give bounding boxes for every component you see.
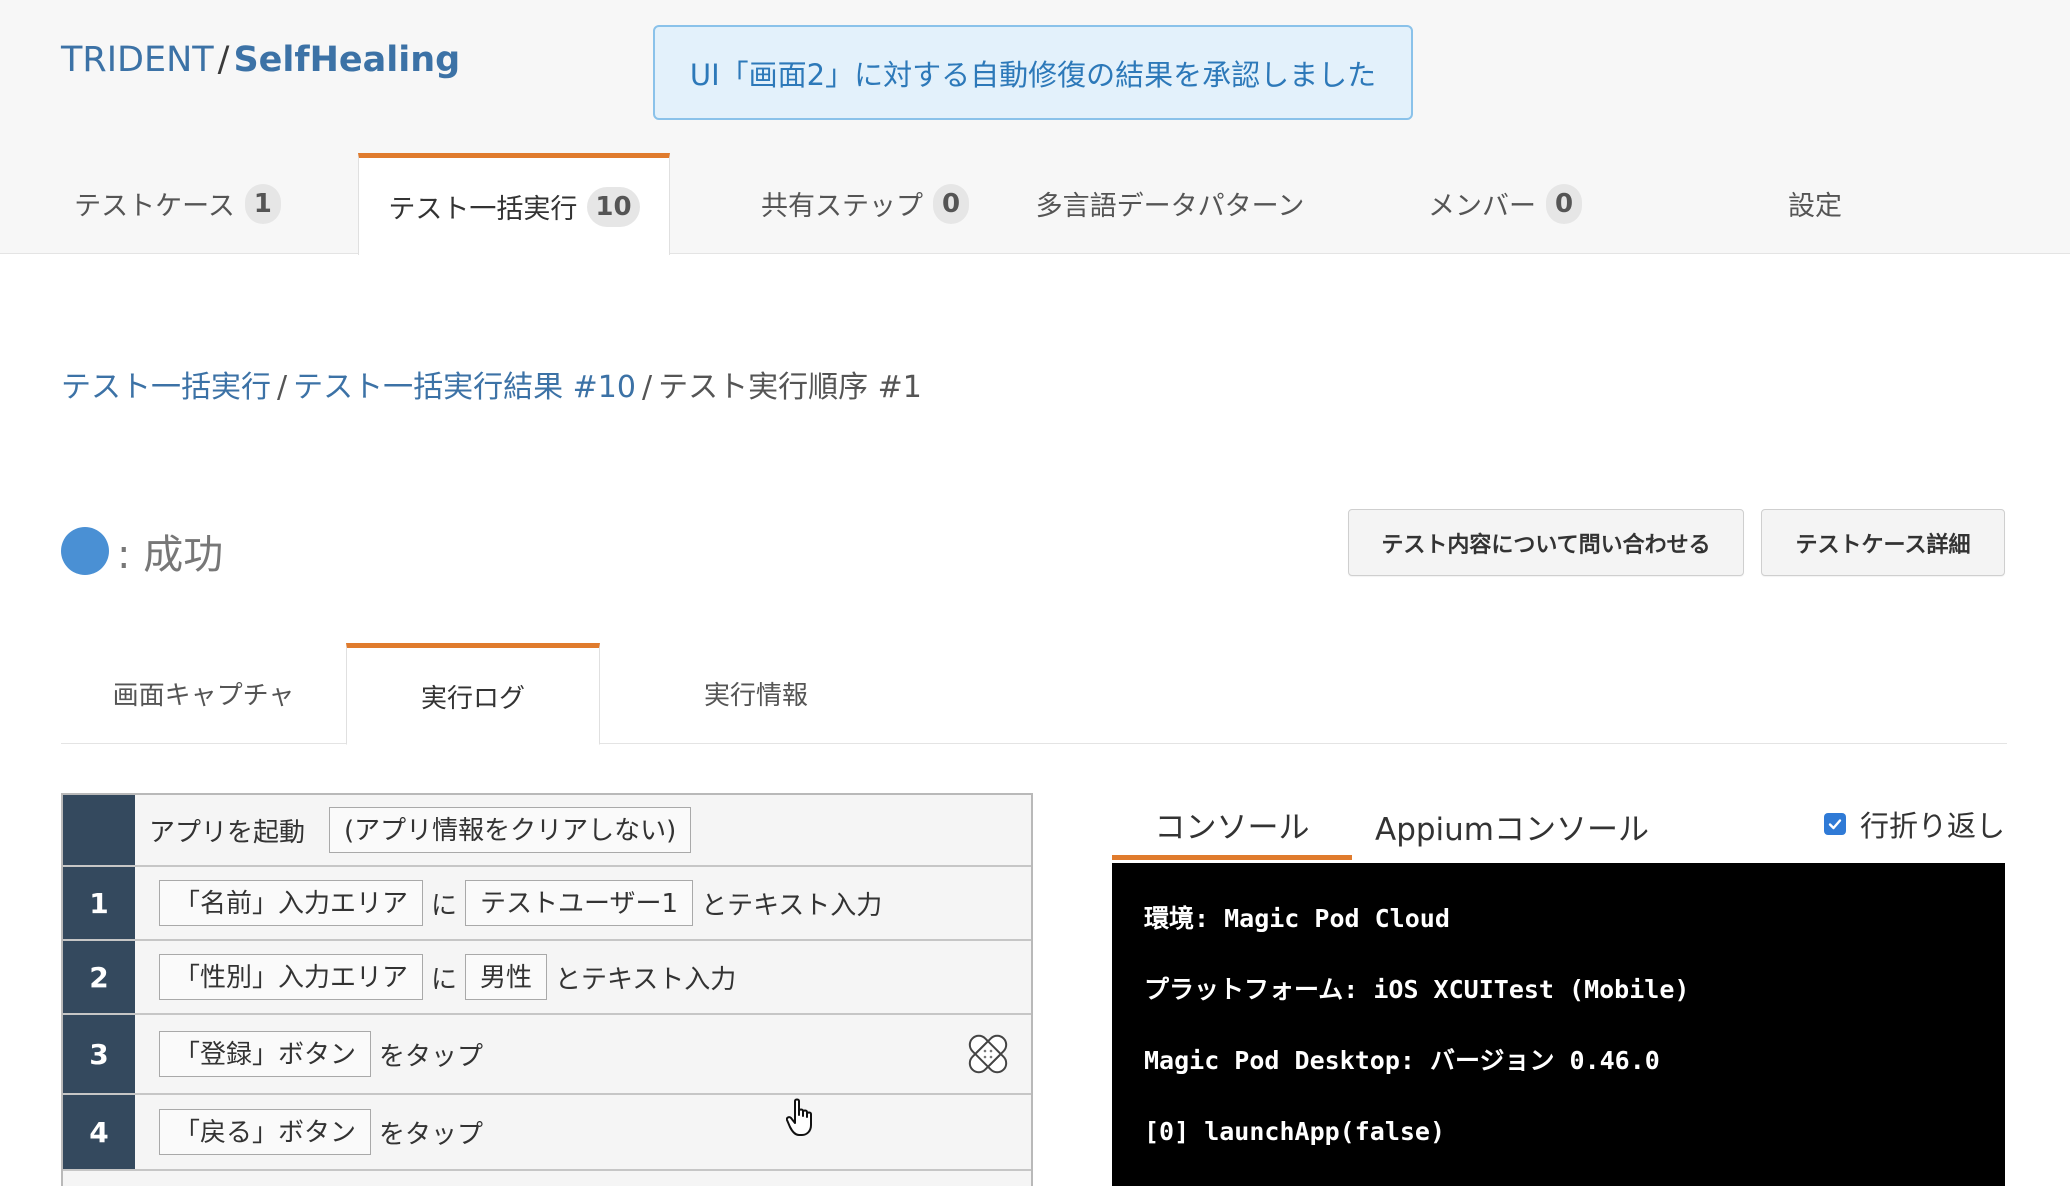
subtab-screen-capture[interactable]: 画面キャプチャ xyxy=(61,643,346,744)
step-param-chip[interactable]: 男性 xyxy=(465,954,548,1000)
step-text: アプリを起動 xyxy=(149,817,306,848)
appium-console-tab[interactable]: Appiumコンソール xyxy=(1375,793,1649,860)
brand-separator: / xyxy=(217,40,230,80)
step-number-empty xyxy=(63,1171,135,1186)
breadcrumb-separator: / xyxy=(641,370,653,405)
step-row[interactable]: アプリを起動 (アプリ情報をクリアしない) xyxy=(63,795,1031,867)
breadcrumb-separator: / xyxy=(277,370,288,405)
step-body: アプリを起動 (アプリ情報をクリアしない) xyxy=(135,795,1031,865)
tab-count-badge: 1 xyxy=(244,183,281,224)
step-param-chip[interactable]: テストユーザー1 xyxy=(465,880,694,926)
step-param-chip[interactable]: (アプリ情報をクリアしない) xyxy=(329,807,692,853)
tab-label: 共有ステップ xyxy=(761,191,923,222)
subtab-execution-log[interactable]: 実行ログ xyxy=(346,643,600,745)
console-tab[interactable]: コンソール xyxy=(1112,793,1352,860)
breadcrumb-batch-run[interactable]: テスト一括実行 xyxy=(61,370,271,405)
line-wrap-toggle[interactable]: 行折り返し xyxy=(1823,803,2005,845)
tab-count-badge: 10 xyxy=(587,186,640,227)
step-body: 「名前」入力エリア に テストユーザー1 とテキスト入力 xyxy=(135,867,1031,939)
check-icon xyxy=(1828,819,1842,830)
step-number xyxy=(63,795,135,865)
tab-label: 多言語データパターン xyxy=(1035,191,1305,222)
bandage-icon[interactable] xyxy=(963,1029,1013,1079)
step-text: に xyxy=(431,890,458,921)
step-text: とテキスト入力 xyxy=(555,964,737,995)
console-line: Magic Pod Desktop: バージョン 0.46.0 xyxy=(1144,1046,1660,1075)
step-body: 「戻る」ボタン をタップ xyxy=(135,1095,1031,1169)
success-toast: UI「画面2」に対する自動修復の結果を承認しました xyxy=(653,25,1413,120)
status-dot-icon xyxy=(61,527,109,575)
step-body: 「性別」入力エリア に 男性 とテキスト入力 xyxy=(135,941,1031,1013)
step-number: 1 xyxy=(63,867,135,939)
toast-message: UI「画面2」に対する自動修復の結果を承認しました xyxy=(689,57,1377,92)
breadcrumb-batch-result[interactable]: テスト一括実行結果 #10 xyxy=(293,370,636,405)
tab-members[interactable]: メンバー 0 xyxy=(1400,153,1610,254)
main-tabs: テストケース 1 テスト一括実行 10 共有ステップ 0 多言語データパターン … xyxy=(60,153,2010,255)
tab-multilingual-data[interactable]: 多言語データパターン xyxy=(1025,153,1315,254)
tab-settings[interactable]: 設定 xyxy=(1740,153,1890,254)
run-status: : 成功 xyxy=(61,522,223,580)
step-row[interactable]: 1 「名前」入力エリア に テストユーザー1 とテキスト入力 xyxy=(63,867,1031,941)
console-tab-label: コンソール xyxy=(1154,809,1310,846)
appium-console-tab-label: Appiumコンソール xyxy=(1374,812,1650,848)
tab-test-cases[interactable]: テストケース 1 xyxy=(60,153,295,254)
step-body: 「登録」ボタン をタップ xyxy=(135,1015,1031,1093)
subtab-label: 実行情報 xyxy=(703,681,808,711)
step-number: 3 xyxy=(63,1015,135,1093)
step-target-chip[interactable]: 「名前」入力エリア xyxy=(159,880,424,926)
tab-label: テスト一括実行 xyxy=(388,194,578,225)
tab-label: 設定 xyxy=(1788,191,1842,222)
step-row-partial xyxy=(63,1171,1031,1186)
test-case-detail-button-label: テストケース詳細 xyxy=(1795,532,1971,558)
step-text: をタップ xyxy=(379,1041,484,1072)
result-subtabs: 画面キャプチャ 実行ログ 実行情報 xyxy=(61,643,2007,745)
inquire-button-label: テスト内容について問い合わせる xyxy=(1381,532,1711,558)
breadcrumb: テスト一括実行 / テスト一括実行結果 #10/テスト実行順序 #1 xyxy=(61,362,922,406)
top-bar: TRIDENT / SelfHealing UI「画面2」に対する自動修復の結果を承… xyxy=(0,0,2070,255)
step-number: 4 xyxy=(63,1095,135,1169)
breadcrumb-current: テスト実行順序 #1 xyxy=(658,370,922,405)
subtab-label: 画面キャプチャ xyxy=(112,681,295,711)
step-target-chip[interactable]: 「性別」入力エリア xyxy=(159,954,424,1000)
subtab-label: 実行ログ xyxy=(420,683,525,714)
subtab-execution-info[interactable]: 実行情報 xyxy=(626,643,886,744)
hand-pointer-icon xyxy=(786,1098,812,1136)
brand: TRIDENT / SelfHealing xyxy=(61,40,460,80)
console-line: [0] launchApp(false) xyxy=(1144,1117,1446,1146)
tab-label: テストケース xyxy=(74,191,235,222)
tab-count-badge: 0 xyxy=(1546,183,1582,224)
tab-batch-run[interactable]: テスト一括実行 10 xyxy=(358,153,670,255)
status-text: : 成功 xyxy=(117,532,224,578)
console-panel: コンソール Appiumコンソール 行折り返し 環境: Magic Pod Cl… xyxy=(1112,793,2005,1186)
org-link[interactable]: TRIDENT xyxy=(61,40,214,80)
inquire-button[interactable]: テスト内容について問い合わせる xyxy=(1348,509,1744,576)
step-target-chip[interactable]: 「登録」ボタン xyxy=(159,1031,372,1077)
line-wrap-checkbox[interactable] xyxy=(1823,813,1846,835)
step-text: とテキスト入力 xyxy=(701,890,883,921)
step-row[interactable]: 4 「戻る」ボタン をタップ xyxy=(63,1095,1031,1171)
project-link[interactable]: SelfHealing xyxy=(233,40,460,80)
console-line: 環境: Magic Pod Cloud xyxy=(1144,904,1450,933)
step-row[interactable]: 3 「登録」ボタン をタップ xyxy=(63,1015,1031,1095)
console-line: プラットフォーム: iOS XCUITest (Mobile) xyxy=(1144,975,1690,1004)
tab-label: メンバー xyxy=(1428,191,1536,222)
tab-shared-steps[interactable]: 共有ステップ 0 xyxy=(730,153,1000,254)
line-wrap-label: 行折り返し xyxy=(1859,809,2005,843)
step-number: 2 xyxy=(63,941,135,1013)
step-text: に xyxy=(431,964,458,995)
tab-count-badge: 0 xyxy=(933,183,969,224)
step-list: アプリを起動 (アプリ情報をクリアしない) 1 「名前」入力エリア に テストユ… xyxy=(61,793,1033,1186)
step-target-chip[interactable]: 「戻る」ボタン xyxy=(159,1109,372,1155)
console-output[interactable]: 環境: Magic Pod Cloud プラットフォーム: iOS XCUITe… xyxy=(1112,863,2005,1186)
step-row[interactable]: 2 「性別」入力エリア に 男性 とテキスト入力 xyxy=(63,941,1031,1015)
test-case-detail-button[interactable]: テストケース詳細 xyxy=(1761,509,2005,576)
console-tabs: コンソール Appiumコンソール 行折り返し xyxy=(1112,793,2005,863)
step-text: をタップ xyxy=(379,1119,484,1150)
